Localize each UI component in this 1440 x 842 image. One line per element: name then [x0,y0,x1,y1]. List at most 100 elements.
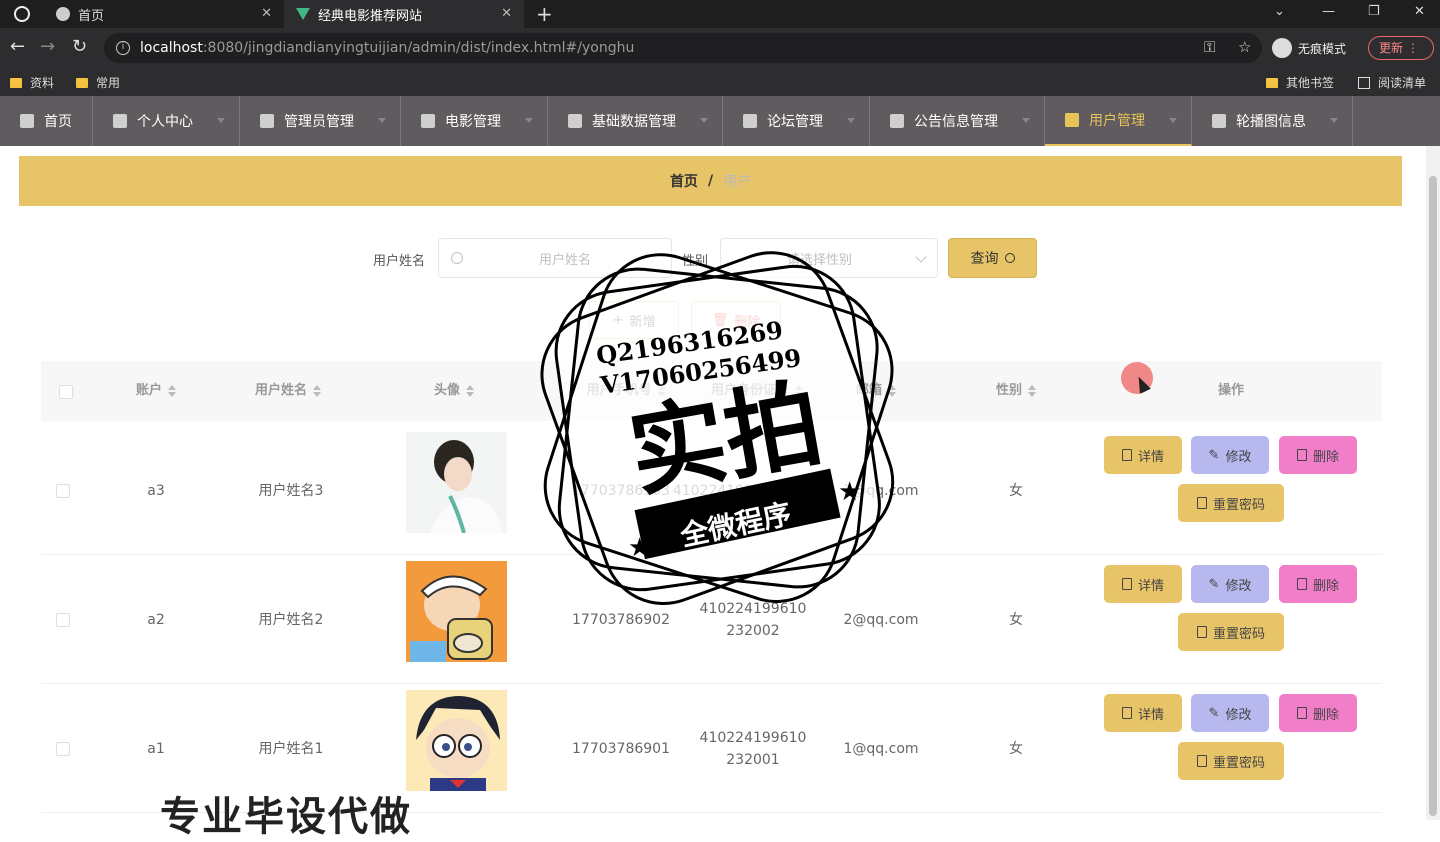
column-header-idcard[interactable]: 用户身份证号 [681,361,833,421]
browser-menu-icon[interactable] [14,6,30,22]
chevron-down-icon [847,118,855,123]
incognito-label: 无痕模式 [1298,41,1347,56]
delete-button[interactable]: 删除 [1279,565,1357,603]
url-host: localhost [140,40,203,56]
nav-label: 论坛管理 [767,114,823,130]
column-header-email[interactable]: 邮箱 [831,361,921,421]
nav-item-user[interactable]: 用户管理 [1045,96,1192,146]
reset-password-button[interactable]: 重置密码 [1178,613,1284,651]
film-icon [421,114,435,128]
breadcrumb-home[interactable]: 首页 [670,171,698,191]
bookmark-folder[interactable]: 常用 [76,74,120,91]
sort-icon[interactable] [1028,384,1036,397]
bookmark-folder[interactable]: 资料 [10,74,54,91]
url-field[interactable]: i localhost :8080/jingdiandianyingtuijia… [104,33,1262,63]
nav-item-forum[interactable]: 论坛管理 [723,96,870,146]
sort-icon[interactable] [795,384,803,397]
breadcrumb-current: 用户 [723,174,752,190]
close-icon[interactable]: ✕ [261,6,272,21]
nav-item-carousel[interactable]: 轮播图信息 [1192,96,1353,146]
window-close-button[interactable]: ✕ [1414,4,1425,19]
table-header: 账户 用户姓名 头像 用户手机号 用户身份证号 邮箱 性别 操作 [41,361,1382,421]
row-checkbox[interactable] [56,742,70,756]
delete-button[interactable]: 删除 [1279,436,1357,474]
reload-icon[interactable]: ↻ [72,36,87,57]
detail-button[interactable]: 详情 [1104,436,1182,474]
query-button[interactable]: 查询 [948,238,1037,278]
home-icon [20,114,34,128]
pencil-icon: ✎ [1208,576,1220,592]
nav-label: 基础数据管理 [592,114,676,130]
column-header-avatar[interactable]: 头像 [401,361,507,421]
reading-list[interactable]: 阅读清单 [1358,74,1426,91]
browser-tab-active[interactable]: 经典电影推荐网站 ✕ [284,0,524,28]
browser-tab[interactable]: 首页 ✕ [42,0,284,28]
cell-name: 用户姓名2 [258,611,324,628]
cell-idcard: 410224199610232001 [699,729,807,768]
sort-icon[interactable] [657,384,666,397]
reset-password-button[interactable]: 重置密码 [1178,484,1284,522]
database-icon [568,114,582,128]
close-icon[interactable]: ✕ [501,6,512,21]
column-label: 账户 [135,383,162,398]
name-search-input[interactable]: 用户姓名 [438,238,672,278]
edit-label: 修改 [1225,449,1252,465]
row-checkbox[interactable] [56,613,70,627]
sort-icon[interactable] [466,384,474,397]
edit-button[interactable]: ✎ 修改 [1191,694,1269,732]
back-icon[interactable]: ← [10,36,25,57]
cell-phone: 17703786903 [572,482,670,499]
nav-item-notice[interactable]: 公告信息管理 [870,96,1045,146]
add-button[interactable]: + 新增 [589,301,679,339]
gender-select[interactable]: 请选择性别 [720,238,938,278]
cell-email: 1@qq.com [843,740,919,757]
star-icon[interactable]: ☆ [1238,38,1251,56]
row-checkbox[interactable] [56,484,70,498]
reset-password-button[interactable]: 重置密码 [1178,742,1284,780]
key-icon[interactable]: ⚿ [1204,38,1215,56]
cell-gender: 女 [1009,482,1023,499]
url-path: :8080/jingdiandianyingtuijian/admin/dist… [202,40,635,56]
vertical-scrollbar[interactable] [1426,146,1440,820]
reset-label: 重置密码 [1212,626,1265,642]
plus-icon: + [612,312,624,328]
column-header-phone[interactable]: 用户手机号 [561,361,691,421]
batch-delete-button[interactable]: 🗑 删除 [691,301,781,339]
forward-icon[interactable]: → [40,36,55,57]
document-icon [1196,755,1207,767]
chevron-down-icon[interactable]: ⌄ [1274,4,1285,19]
edit-button[interactable]: ✎ 修改 [1191,436,1269,474]
incognito-indicator[interactable]: 无痕模式 [1272,36,1346,60]
edit-button[interactable]: ✎ 修改 [1191,565,1269,603]
address-bar: ← → ↻ i localhost :8080/jingdiandianying… [0,28,1440,68]
sort-icon[interactable] [888,384,896,397]
nav-item-home[interactable]: 首页 [0,96,93,146]
column-header-gender[interactable]: 性别 [961,361,1071,421]
column-label: 性别 [995,383,1022,398]
cell-name: 用户姓名3 [258,482,324,499]
nav-item-film[interactable]: 电影管理 [401,96,548,146]
sort-icon[interactable] [168,384,176,397]
document-icon [1121,449,1132,461]
new-tab-button[interactable]: + [536,2,553,26]
minimize-button[interactable]: — [1322,4,1335,19]
nav-item-basedata[interactable]: 基础数据管理 [548,96,723,146]
maximize-button[interactable]: ❐ [1368,4,1380,19]
scrollbar-thumb[interactable] [1429,176,1437,816]
sort-icon[interactable] [313,384,321,397]
detail-button[interactable]: 详情 [1104,565,1182,603]
info-icon[interactable]: i [116,41,130,55]
nav-label: 个人中心 [137,114,193,130]
bookmark-other[interactable]: 其他书签 [1266,74,1334,91]
column-header-account[interactable]: 账户 [101,361,211,421]
nav-item-profile[interactable]: 个人中心 [93,96,240,146]
reading-list-icon [1358,76,1370,89]
column-header-name[interactable]: 用户姓名 [221,361,355,421]
nav-item-admin[interactable]: 管理员管理 [240,96,401,146]
send-icon [1212,114,1226,128]
detail-button[interactable]: 详情 [1104,694,1182,732]
update-button[interactable]: 更新 ⋮ [1368,36,1434,60]
cell-phone: 17703786901 [572,740,670,757]
delete-button[interactable]: 删除 [1279,694,1357,732]
select-all-checkbox[interactable] [59,385,73,399]
